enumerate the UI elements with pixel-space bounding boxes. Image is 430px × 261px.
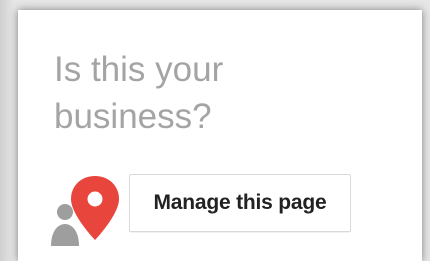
page-background: Is this your business? Manage this page [0,0,430,261]
card-title: Is this your business? [54,46,354,140]
person-body [51,224,79,246]
manage-this-page-button[interactable]: Manage this page [129,174,351,232]
card-title-line1: Is this your [54,50,224,89]
person-head [57,204,73,220]
map-pin-icon [51,176,119,246]
pin-body [71,176,119,240]
manage-button-label: Manage this page [153,191,327,214]
business-claim-card: Is this your business? Manage this page [18,10,422,261]
pin-center [87,191,103,207]
person-with-map-pin-icon [51,176,121,246]
card-title-line2: business? [54,97,212,136]
